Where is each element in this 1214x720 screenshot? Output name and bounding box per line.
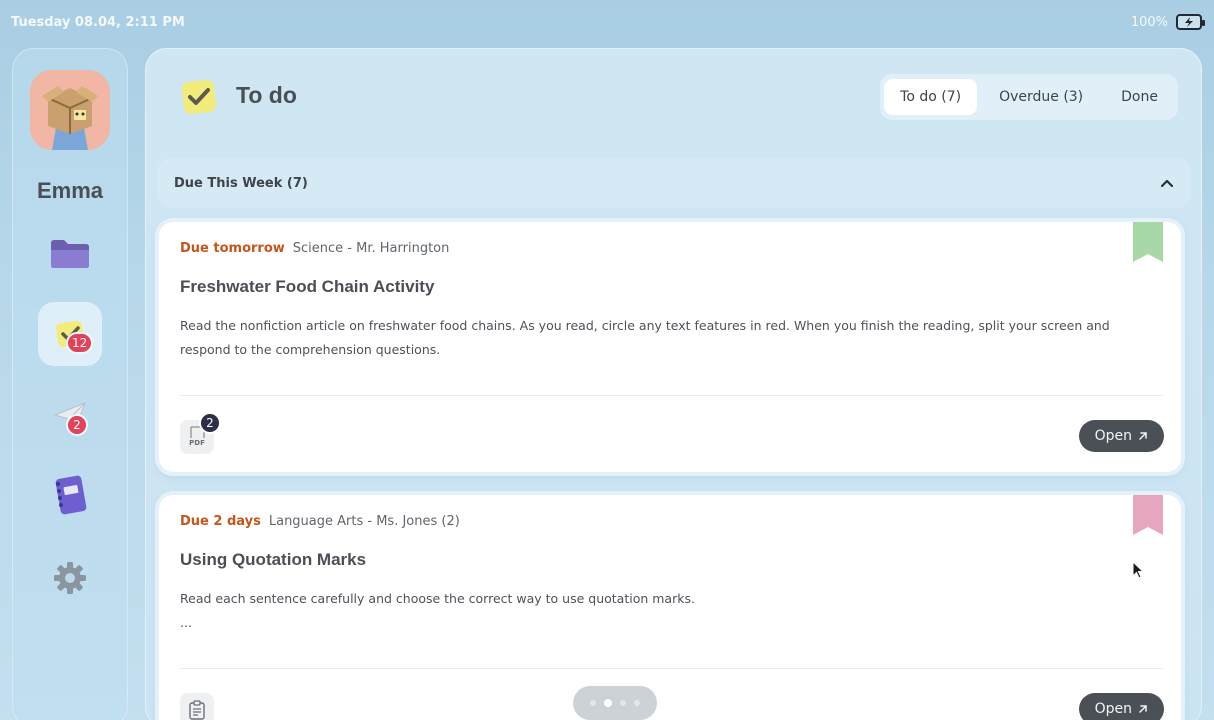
avatar[interactable] [30, 70, 110, 150]
status-datetime: Tuesday 08.04, 2:11 PM [11, 15, 185, 30]
section-header-due-this-week[interactable]: Due This Week (7) [157, 158, 1191, 208]
tab-done[interactable]: Done [1105, 79, 1174, 115]
bookmark-icon[interactable] [1133, 222, 1163, 262]
notebook-icon [55, 475, 87, 515]
folder-icon [51, 240, 89, 268]
card-meta: Due 2 days Language Arts - Ms. Jones (2) [180, 514, 460, 529]
page-dot-active[interactable] [604, 699, 612, 707]
attachment-count-badge: 2 [199, 412, 221, 434]
arrow-up-right-icon [1139, 705, 1147, 713]
page-dot[interactable] [634, 700, 640, 706]
title-check-icon [180, 78, 218, 116]
clipboard-attachment[interactable] [180, 693, 214, 720]
due-label: Due 2 days [180, 514, 261, 529]
mouse-cursor-icon [1132, 561, 1144, 579]
open-label: Open [1094, 701, 1132, 717]
page-dot[interactable] [590, 700, 596, 706]
section-title: Due This Week (7) [174, 175, 308, 191]
user-name: Emma [36, 178, 104, 203]
sidebar: Emma 12 2 [12, 48, 128, 720]
nav-todo[interactable]: 12 [38, 302, 102, 366]
card-divider [180, 668, 1163, 669]
battery-percent: 100% [1130, 14, 1168, 30]
assignment-title: Using Quotation Marks [180, 550, 367, 569]
status-battery-group: 100% [1130, 14, 1205, 30]
clipboard-icon [189, 700, 205, 720]
open-label: Open [1094, 428, 1132, 444]
bookmark-icon[interactable] [1133, 495, 1163, 535]
battery-icon [1176, 14, 1205, 30]
course-label: Language Arts - Ms. Jones (2) [268, 514, 460, 529]
page-indicator[interactable] [573, 686, 657, 720]
open-button[interactable]: Open [1078, 693, 1164, 720]
assignment-card[interactable]: Due tomorrow Science - Mr. Harrington Fr… [159, 222, 1181, 472]
gear-icon [54, 562, 86, 594]
main-panel: To do To do (7) Overdue (3) Done Due Thi… [145, 48, 1202, 720]
chevron-up-icon[interactable] [1160, 178, 1174, 188]
todo-badge: 12 [66, 332, 94, 354]
description-ellipsis: ... [180, 615, 192, 630]
assignment-card[interactable]: Due 2 days Language Arts - Ms. Jones (2)… [159, 495, 1181, 720]
tab-todo[interactable]: To do (7) [884, 79, 978, 115]
nav-notebook[interactable] [38, 464, 102, 528]
filter-tabs: To do (7) Overdue (3) Done [880, 74, 1178, 120]
messages-badge: 2 [66, 414, 88, 436]
nav-settings[interactable] [38, 546, 102, 610]
due-label: Due tomorrow [180, 241, 285, 256]
arrow-up-right-icon [1139, 432, 1147, 440]
description-text: Read each sentence carefully and choose … [180, 591, 695, 606]
page-dot[interactable] [620, 700, 626, 706]
page-title: To do [236, 82, 297, 108]
nav-messages[interactable]: 2 [38, 384, 102, 448]
tab-overdue[interactable]: Overdue (3) [983, 79, 1099, 115]
pdf-label: PDF [189, 439, 205, 447]
open-button[interactable]: Open [1078, 420, 1164, 452]
card-meta: Due tomorrow Science - Mr. Harrington [180, 241, 449, 256]
card-divider [180, 395, 1163, 396]
avatar-illustration-icon [30, 70, 110, 150]
assignment-title: Freshwater Food Chain Activity [180, 277, 435, 296]
course-label: Science - Mr. Harrington [292, 241, 450, 256]
assignment-description: Read the nonfiction article on freshwate… [180, 318, 1110, 357]
assignment-description: Read each sentence carefully and choose … [180, 587, 1160, 635]
nav-folder[interactable] [38, 222, 102, 286]
